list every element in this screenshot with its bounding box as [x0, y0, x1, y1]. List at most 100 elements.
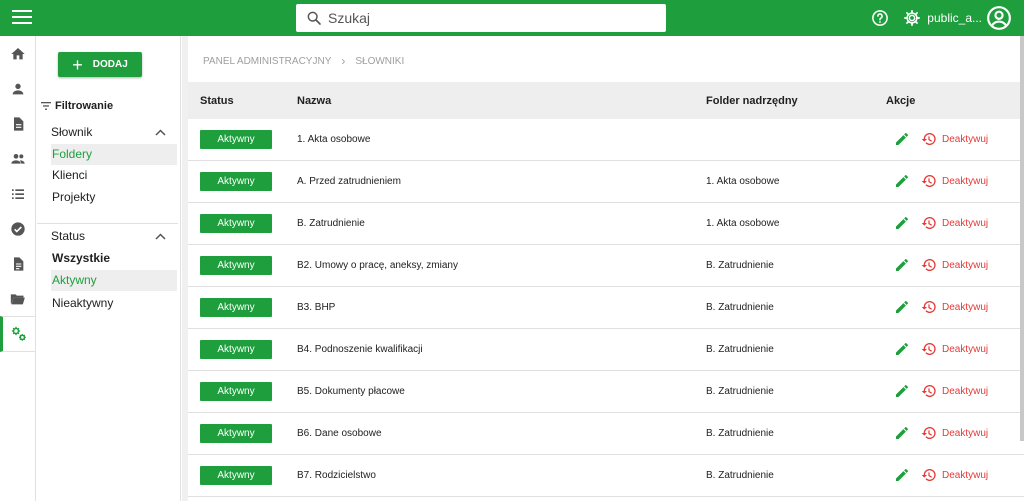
row-parent-folder: B. Zatrudnienie [706, 470, 774, 481]
settings-icon[interactable] [903, 9, 921, 27]
status-option-active[interactable]: Aktywny [51, 270, 177, 291]
deactivate-button[interactable]: Deaktywuj [921, 425, 988, 441]
edit-icon[interactable] [894, 425, 910, 444]
history-icon [921, 259, 936, 271]
row-parent-folder: 1. Akta osobowe [706, 176, 780, 187]
row-parent-folder: B. Zatrudnienie [706, 428, 774, 439]
help-icon[interactable] [871, 9, 889, 27]
status-badge: Aktywny [200, 340, 272, 359]
dictionary-option-projects[interactable]: Projekty [51, 187, 177, 208]
rail-tasks[interactable] [0, 211, 35, 246]
status-badge: Aktywny [200, 256, 272, 275]
deactivate-label: Deaktywuj [942, 259, 989, 271]
history-icon [921, 175, 936, 187]
history-icon [921, 343, 936, 355]
file-icon [13, 256, 23, 271]
deactivate-button[interactable]: Deaktywuj [921, 131, 988, 147]
search-input[interactable] [328, 10, 648, 26]
column-header-name[interactable]: Nazwa [297, 95, 331, 107]
rail-documents[interactable] [0, 106, 35, 141]
dictionary-section-header[interactable]: Słownik [51, 125, 166, 139]
table-row: Aktywny A. Przed zatrudnieniem 1. Akta o… [188, 161, 1024, 203]
table-row: Aktywny B4. Podnoszenie kwalifikacji B. … [188, 329, 1024, 371]
rail-admin[interactable] [0, 316, 35, 352]
dictionary-option-clients[interactable]: Klienci [51, 165, 177, 186]
home-icon [10, 47, 25, 59]
rail-list[interactable] [0, 176, 35, 211]
rail-people[interactable] [0, 141, 35, 176]
edit-icon[interactable] [894, 215, 910, 234]
navigation-rail [0, 36, 36, 501]
rail-home[interactable] [0, 36, 35, 71]
dictionary-section-label: Słownik [51, 125, 93, 139]
deactivate-label: Deaktywuj [942, 301, 989, 313]
column-header-parent[interactable]: Folder nadrzędny [706, 95, 798, 107]
status-option-all[interactable]: Wszystkie [51, 248, 177, 269]
status-badge: Aktywny [200, 298, 272, 317]
edit-icon[interactable] [894, 257, 910, 276]
column-header-status[interactable]: Status [200, 95, 234, 107]
row-name: B6. Dane osobowe [297, 428, 382, 439]
table-row: Aktywny B2. Umowy o pracę, aneksy, zmian… [188, 245, 1024, 287]
filter-icon [41, 102, 51, 110]
deactivate-button[interactable]: Deaktywuj [921, 299, 988, 315]
settings-gears-icon [11, 326, 26, 341]
person-icon [12, 83, 23, 94]
edit-icon[interactable] [894, 341, 910, 360]
rail-files[interactable] [0, 246, 35, 281]
status-section-header[interactable]: Status [51, 229, 166, 243]
row-name: B5. Dokumenty płacowe [297, 386, 405, 397]
deactivate-button[interactable]: Deaktywuj [921, 173, 988, 189]
deactivate-label: Deaktywuj [942, 343, 989, 355]
row-name: B2. Umowy o pracę, aneksy, zmiany [297, 260, 458, 271]
history-icon [921, 427, 936, 439]
breadcrumb-admin-panel[interactable]: PANEL ADMINISTRACYJNY [203, 56, 331, 67]
edit-icon[interactable] [894, 131, 910, 150]
table-row: Aktywny B3. BHP B. Zatrudnienie Deaktywu… [188, 287, 1024, 329]
edit-icon[interactable] [894, 299, 910, 318]
add-button[interactable]: + DODAJ [58, 52, 142, 77]
chevron-up-icon [155, 128, 166, 136]
search-box[interactable] [296, 4, 666, 32]
dictionary-option-folders[interactable]: Foldery [51, 144, 177, 165]
deactivate-label: Deaktywuj [942, 217, 989, 229]
filter-title-label: Filtrowanie [55, 100, 114, 112]
history-icon [921, 301, 936, 313]
deactivate-button[interactable]: Deaktywuj [921, 383, 988, 399]
check-circle-icon [10, 221, 25, 236]
people-icon [10, 153, 25, 164]
history-icon [921, 217, 936, 229]
row-name: A. Przed zatrudnieniem [297, 176, 401, 187]
row-parent-folder: B. Zatrudnienie [706, 386, 774, 397]
edit-icon[interactable] [894, 467, 910, 486]
status-option-inactive[interactable]: Nieaktywny [51, 293, 177, 314]
add-button-label: DODAJ [92, 59, 128, 70]
status-badge: Aktywny [200, 424, 272, 443]
main-content: PANEL ADMINISTRACYJNY › SŁOWNIKI Status … [188, 36, 1024, 501]
deactivate-button[interactable]: Deaktywuj [921, 341, 988, 357]
rail-person[interactable] [0, 71, 35, 106]
breadcrumb-dictionaries[interactable]: SŁOWNIKI [355, 56, 404, 67]
deactivate-button[interactable]: Deaktywuj [921, 467, 988, 483]
user-name[interactable]: public_a... [927, 11, 982, 25]
scrollbar[interactable] [1020, 36, 1024, 441]
row-parent-folder: B. Zatrudnienie [706, 302, 774, 313]
table-row: Aktywny B7. Rodzicielstwo B. Zatrudnieni… [188, 455, 1024, 497]
history-icon [921, 469, 936, 481]
search-icon [307, 11, 321, 25]
row-name: B. Zatrudnienie [297, 218, 365, 229]
status-badge: Aktywny [200, 214, 272, 233]
list-icon [11, 188, 24, 199]
edit-icon[interactable] [894, 383, 910, 402]
top-app-bar: public_a... [0, 0, 1024, 36]
hamburger-menu-icon[interactable] [12, 10, 32, 26]
deactivate-button[interactable]: Deaktywuj [921, 215, 988, 231]
plus-icon: + [72, 54, 83, 75]
table-row: Aktywny B6. Dane osobowe B. Zatrudnienie… [188, 413, 1024, 455]
row-name: 1. Akta osobowe [297, 134, 371, 145]
edit-icon[interactable] [894, 173, 910, 192]
account-icon[interactable] [986, 5, 1012, 31]
deactivate-button[interactable]: Deaktywuj [921, 257, 988, 273]
rail-folders[interactable] [0, 281, 35, 316]
folder-open-icon [10, 293, 25, 304]
